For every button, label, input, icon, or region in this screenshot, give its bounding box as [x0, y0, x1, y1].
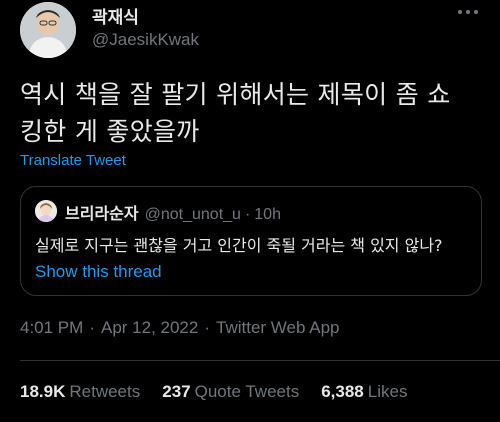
- tweet-metadata: 4:01 PM · Apr 12, 2022 · Twitter Web App: [20, 318, 339, 338]
- author-handle[interactable]: @JaesikKwak: [92, 30, 199, 50]
- quoted-tweet-card[interactable]: 브리라순자 @not_unot_u · 10h 실제로 지구는 괜찮을 거고 인…: [20, 186, 482, 296]
- tweet: 곽재식 @JaesikKwak 역시 책을 잘 팔기 위해서는 제목이 좀 쇼 …: [0, 0, 500, 422]
- author-name[interactable]: 곽재식: [92, 3, 139, 28]
- likes-label: Likes: [367, 382, 408, 401]
- quote-separator: ·: [244, 206, 251, 223]
- quote-header: 브리라순자 @not_unot_u · 10h: [65, 200, 281, 224]
- quote-tweets-stat[interactable]: 237 Quote Tweets: [162, 382, 299, 402]
- tweet-time[interactable]: 4:01 PM: [20, 318, 83, 337]
- retweets-count: 18.9K: [20, 382, 66, 401]
- person-avatar-icon: [20, 2, 76, 58]
- likes-stat[interactable]: 6,388 Likes: [321, 382, 407, 402]
- tweet-source[interactable]: Twitter Web App: [216, 318, 339, 337]
- meta-separator: ·: [89, 318, 95, 337]
- likes-count: 6,388: [321, 382, 364, 401]
- quote-tweets-label: Quote Tweets: [194, 382, 300, 401]
- quote-time: 10h: [254, 206, 281, 223]
- quote-author-avatar[interactable]: [35, 200, 57, 222]
- divider: [20, 360, 500, 361]
- more-button[interactable]: [452, 2, 484, 22]
- show-thread-link[interactable]: Show this thread: [35, 262, 162, 282]
- author-avatar[interactable]: [20, 2, 76, 58]
- more-dots-icon: [458, 10, 478, 14]
- quote-tweets-count: 237: [162, 382, 191, 401]
- quote-author-name: 브리라순자: [65, 204, 139, 223]
- quote-author-handle: @not_unot_u: [144, 206, 241, 223]
- quote-text: 실제로 지구는 괜찮을 거고 인간이 죽될 거라는 책 있지 않나?: [35, 236, 443, 255]
- tweet-text: 역시 책을 잘 팔기 위해서는 제목이 좀 쇼 킹한 게 좋았을까: [20, 80, 451, 146]
- meta-separator: ·: [204, 318, 211, 337]
- person-avatar-icon: [35, 200, 57, 222]
- translate-tweet-link[interactable]: Translate Tweet: [20, 152, 126, 169]
- tweet-date[interactable]: Apr 12, 2022: [101, 318, 198, 337]
- engagement-stats: 18.9K Retweets 237 Quote Tweets 6,388 Likes: [20, 382, 429, 402]
- retweets-stat[interactable]: 18.9K Retweets: [20, 382, 140, 402]
- retweets-label: Retweets: [69, 382, 141, 401]
